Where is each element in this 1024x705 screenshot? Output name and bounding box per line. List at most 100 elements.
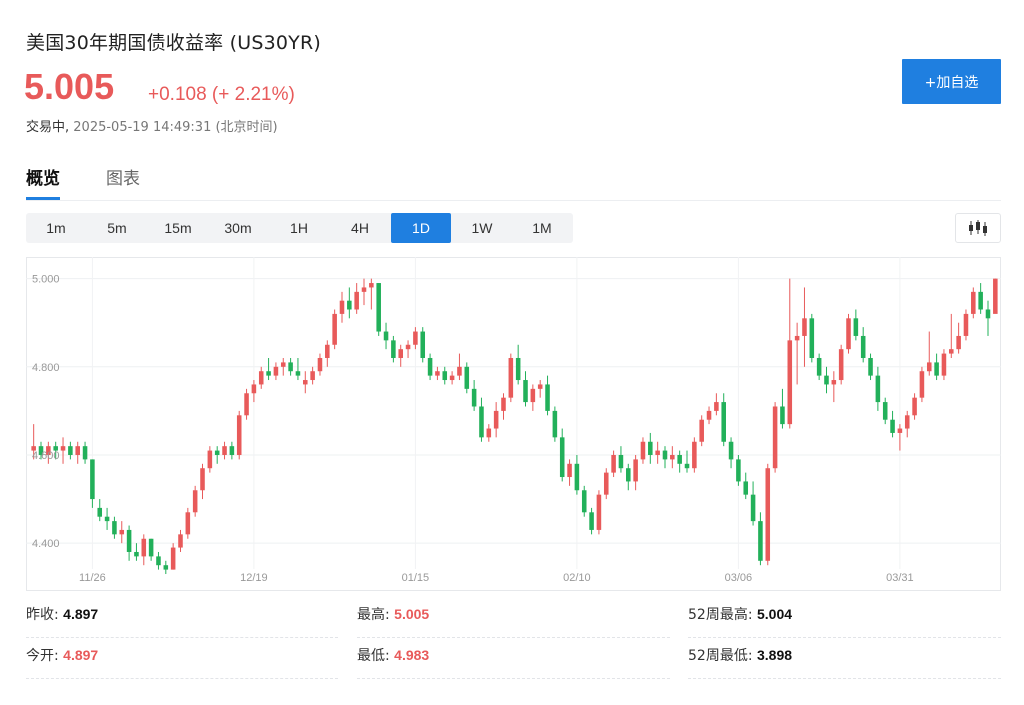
- candle: [192, 485, 198, 517]
- candle-body: [633, 459, 638, 482]
- y-tick-label: 4.800: [32, 362, 60, 374]
- stat-label: 今开:: [26, 648, 59, 664]
- candle-body: [846, 318, 851, 350]
- candle-body: [515, 357, 521, 381]
- candle: [824, 366, 829, 394]
- candle-body: [589, 512, 594, 530]
- candle-body: [758, 521, 763, 561]
- period-1h[interactable]: 1H: [269, 213, 329, 243]
- candle: [758, 512, 763, 566]
- candle: [185, 507, 191, 539]
- stat-label: 最高:: [357, 607, 390, 623]
- period-4h[interactable]: 4H: [330, 213, 390, 243]
- candle-body: [670, 454, 675, 460]
- candle-body: [640, 441, 646, 460]
- candle: [471, 380, 477, 411]
- candle: [523, 371, 528, 407]
- candle: [207, 446, 213, 473]
- period-5m[interactable]: 5m: [87, 213, 147, 243]
- stat-label: 52周最高:: [688, 607, 753, 623]
- candle-body: [435, 371, 440, 376]
- candle: [875, 366, 881, 411]
- candle: [244, 388, 249, 420]
- candle-body: [993, 278, 998, 314]
- candle: [229, 441, 235, 460]
- candle: [846, 313, 851, 354]
- x-tick-label: 03/31: [886, 572, 914, 584]
- candle-body: [956, 335, 961, 350]
- candle: [787, 278, 793, 429]
- period-30m[interactable]: 30m: [208, 213, 268, 243]
- period-selector: 1m 5m 15m 30m 1H 4H 1D 1W 1M: [26, 213, 573, 243]
- x-tick-label: 12/19: [240, 572, 268, 584]
- candle: [655, 441, 660, 464]
- candle-body: [912, 397, 917, 416]
- candle: [148, 538, 154, 561]
- period-1d[interactable]: 1D: [391, 213, 451, 243]
- candle-body: [949, 349, 954, 354]
- candle: [677, 450, 682, 473]
- stat-value: 5.004: [756, 606, 793, 622]
- candle-body: [361, 287, 367, 292]
- candle-body: [236, 415, 242, 455]
- candle-body: [449, 375, 455, 381]
- candle-body: [603, 472, 609, 495]
- candle: [288, 357, 293, 376]
- candle: [266, 357, 271, 381]
- candle: [273, 362, 279, 381]
- candle-body: [978, 291, 983, 310]
- candle: [941, 349, 947, 381]
- candle-body: [60, 446, 66, 451]
- candle-body: [75, 446, 80, 455]
- candle: [743, 472, 749, 500]
- candle: [501, 393, 506, 420]
- candle-body: [486, 428, 492, 438]
- period-1mo[interactable]: 1M: [512, 213, 572, 243]
- candle-body: [479, 406, 484, 438]
- candle-body: [200, 468, 205, 491]
- candle: [537, 380, 543, 398]
- candle: [104, 507, 110, 530]
- tab-overview[interactable]: 概览: [26, 164, 60, 200]
- period-1m[interactable]: 1m: [26, 213, 86, 243]
- add-to-watchlist-button[interactable]: +加自选: [902, 59, 1001, 104]
- candle: [714, 393, 719, 416]
- chart-type-toggle[interactable]: [955, 213, 1001, 243]
- candle-body: [721, 402, 726, 442]
- candle: [493, 402, 499, 438]
- candle-body: [310, 371, 315, 381]
- candle-body: [523, 380, 528, 403]
- candle-body: [134, 551, 139, 557]
- trading-status: 交易中, 2025-05-19 14:49:31 (北京时间): [26, 116, 278, 135]
- candle: [354, 283, 359, 314]
- candle: [684, 450, 690, 473]
- y-tick-label: 4.400: [32, 538, 60, 550]
- candle: [978, 283, 983, 314]
- candle-body: [207, 450, 213, 469]
- candle: [515, 344, 521, 385]
- tab-chart[interactable]: 图表: [106, 164, 140, 197]
- candle: [200, 463, 205, 500]
- candle-body: [567, 463, 572, 478]
- candle-body: [618, 454, 624, 469]
- x-tick-label: 01/15: [402, 572, 430, 584]
- candle: [339, 291, 345, 323]
- period-1w[interactable]: 1W: [452, 213, 512, 243]
- candle-body: [838, 349, 844, 381]
- candle: [831, 371, 837, 403]
- candle: [369, 278, 374, 310]
- candle: [603, 468, 609, 500]
- candle-body: [104, 516, 110, 522]
- candle-body: [662, 450, 668, 460]
- candle: [435, 366, 440, 381]
- candle: [361, 278, 367, 306]
- x-tick-label: 11/26: [79, 572, 106, 584]
- candle: [596, 490, 602, 535]
- candle-body: [919, 371, 925, 398]
- candle: [882, 397, 888, 425]
- candle: [90, 459, 95, 508]
- candle: [251, 380, 257, 403]
- candle-body: [317, 357, 323, 372]
- period-15m[interactable]: 15m: [148, 213, 208, 243]
- stat-open: 今开: 4.897: [26, 645, 338, 679]
